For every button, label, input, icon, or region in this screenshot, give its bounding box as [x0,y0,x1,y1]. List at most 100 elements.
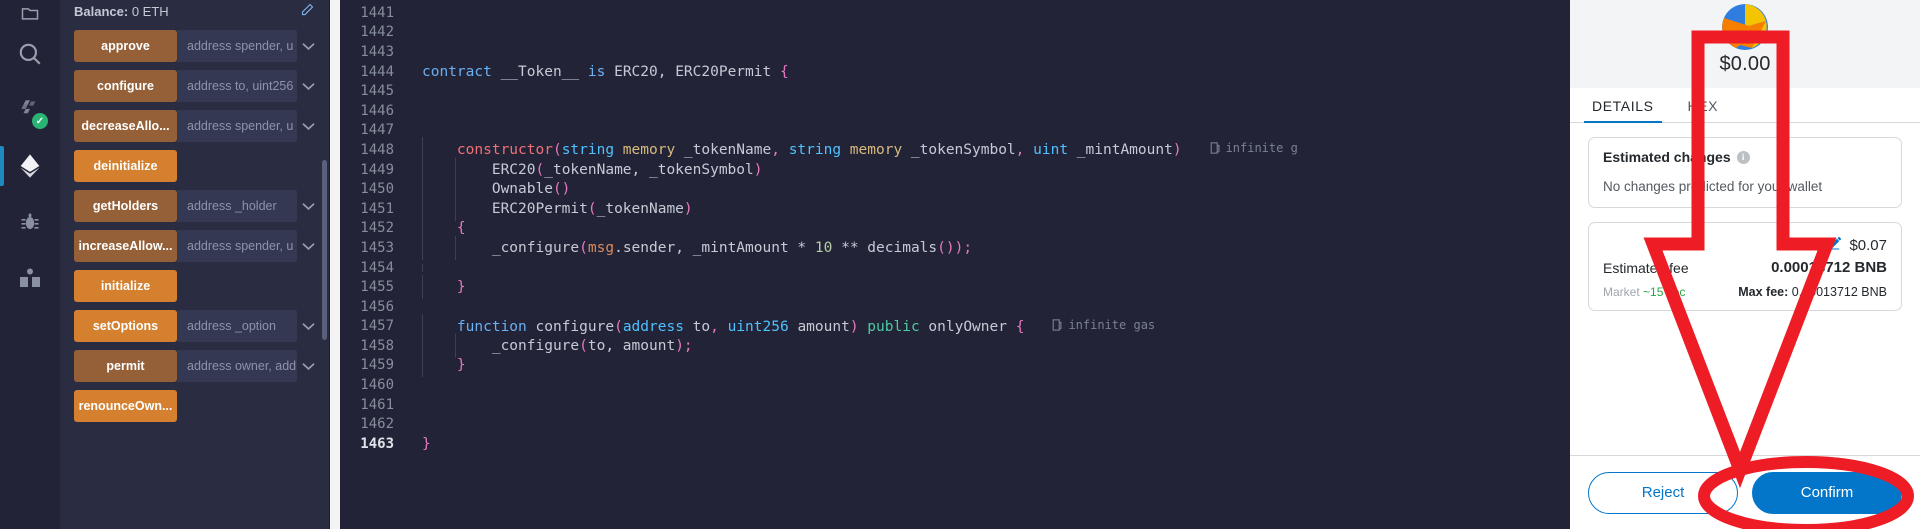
deploy-run-transactions-icon[interactable] [0,138,60,194]
code-line[interactable]: 1453 _configure(msg.sender, _mintAmount … [340,235,1570,260]
function-row: increaseAllow... address spender, u [74,230,319,262]
line-number: 1452 [360,220,394,237]
line-content[interactable]: ERC20Permit(_tokenName) [412,196,693,221]
code-token: contract [422,63,501,80]
indent-guide [422,235,423,260]
code-line[interactable]: 1457 function configure(address to, uint… [340,313,1570,339]
code-token: ); [954,239,973,256]
line-number: 1458 [360,337,394,354]
function-args-input[interactable]: address _option [177,310,297,342]
chevron-down-icon[interactable] [297,70,319,102]
function-button[interactable]: getHolders [74,190,177,222]
debugger-bug-icon[interactable] [0,194,60,250]
reject-button[interactable]: Reject [1588,471,1738,514]
function-button[interactable]: deinitialize [74,150,177,182]
info-icon[interactable]: i [1736,150,1750,164]
code-line[interactable]: 1460 [340,375,1570,395]
function-args-input[interactable]: address owner, add [177,350,297,382]
code-line[interactable]: 1459 } [340,353,1570,378]
app-root: ✓ Balance: 0 ETH approve address spender,… [0,0,1920,529]
file-explorer-icon[interactable] [0,0,60,26]
pencil-icon[interactable] [1828,235,1843,255]
code-line[interactable]: 1463} [340,434,1570,454]
code-line[interactable]: 1449 ERC20(_tokenName, _tokenSymbol) [340,157,1570,182]
line-number: 1441 [360,4,394,21]
code-line[interactable]: 1448 constructor(string memory _tokenNam… [340,137,1570,163]
code-line[interactable]: 1446 [340,101,1570,121]
code-line[interactable]: 1442 [340,23,1570,43]
code-token: } [456,357,466,374]
function-button[interactable]: renounceOwn... [74,390,177,422]
estimated-fee-native: 0.00013712 BNB [1771,259,1887,276]
code-line[interactable]: 1450 Ownable() [340,177,1570,202]
line-content[interactable]: } [412,275,466,300]
line-content[interactable]: { [412,216,466,241]
estimated-fee-card: $0.07 Estimated fee 0.00013712 BNB Marke… [1588,222,1902,311]
confirm-button[interactable]: Confirm [1752,471,1902,514]
learneth-book-icon[interactable] [0,250,60,306]
line-content[interactable]: } [412,436,431,452]
code-line[interactable]: 1456 [340,297,1570,317]
search-icon[interactable] [0,26,60,82]
code-token: .sender, _mintAmount [614,239,798,256]
line-number: 1463 [360,435,394,452]
line-content[interactable]: _configure(msg.sender, _mintAmount * 10 … [412,235,973,260]
function-button[interactable]: increaseAllow... [74,230,177,262]
code-line[interactable]: 1458 _configure(to, amount); [340,333,1570,358]
code-line[interactable]: 1455 } [340,275,1570,300]
chevron-down-icon[interactable] [297,30,319,62]
chevron-down-icon[interactable] [297,190,319,222]
function-button[interactable]: initialize [74,270,177,302]
code-line[interactable]: 1441 [340,3,1570,23]
code-token: to, amount [587,337,676,354]
line-content[interactable]: Ownable() [412,177,570,202]
tab-hex[interactable]: HEX [1684,98,1723,122]
code-token: ) [753,161,763,178]
code-token: public [867,318,929,335]
edit-icon[interactable] [300,2,315,20]
line-content[interactable]: contract __Token__ is ERC20, ERC20Permit… [412,64,789,80]
code-line[interactable]: 1445 [340,81,1570,101]
code-editor[interactable]: 1441 1442 1443 1444 contract __Token__ is ER… [330,0,1570,529]
function-button[interactable]: setOptions [74,310,177,342]
function-button[interactable]: configure [74,70,177,102]
function-args-input[interactable]: address spender, u [177,110,297,142]
chevron-down-icon[interactable] [297,310,319,342]
function-args-input[interactable]: address spender, u [177,230,297,262]
line-content[interactable]: function configure(address to, uint256 a… [412,313,1156,339]
code-token: { [1015,318,1025,335]
function-button[interactable]: decreaseAllo... [74,110,177,142]
line-content[interactable]: ERC20(_tokenName, _tokenSymbol) [412,157,763,182]
code-line[interactable]: 1452 { [340,216,1570,241]
code-line[interactable]: 1454 [340,258,1570,278]
chevron-down-icon[interactable] [297,110,319,142]
line-number: 1448 [360,141,394,158]
code-line[interactable]: 1444 contract __Token__ is ERC20, ERC20Pe… [340,62,1570,82]
tab-details[interactable]: DETAILS [1584,98,1662,123]
function-row: deinitialize [74,150,319,182]
function-button[interactable]: approve [74,30,177,62]
code-line[interactable]: 1447 [340,121,1570,141]
function-args-input[interactable]: address spender, u [177,30,297,62]
code-line[interactable]: 1443 [340,42,1570,62]
code-line[interactable]: 1461 [340,395,1570,415]
function-button[interactable]: permit [74,350,177,382]
code-line[interactable]: 1451 ERC20Permit(_tokenName) [340,196,1570,221]
chevron-placeholder [297,270,319,302]
line-content[interactable]: constructor(string memory _tokenName, st… [412,137,1298,163]
market-time: ~15 sec [1643,285,1686,299]
editor-left-scrollbar[interactable] [330,0,340,529]
line-content[interactable]: } [412,353,466,378]
chevron-down-icon[interactable] [297,350,319,382]
function-args-input[interactable]: address to, uint256 [177,70,297,102]
panel-scrollbar[interactable] [322,160,327,340]
gas-estimate-text: infinite gas [1068,317,1156,332]
chevron-down-icon[interactable] [297,230,319,262]
code-line[interactable]: 1462 [340,414,1570,434]
line-content[interactable]: _configure(to, amount); [412,333,693,358]
code-lines[interactable]: 1441 1442 1443 1444 contract __Token__ is ER… [340,0,1570,529]
function-args-input[interactable]: address _holder [177,190,297,222]
solidity-compiler-icon[interactable]: ✓ [0,82,60,138]
